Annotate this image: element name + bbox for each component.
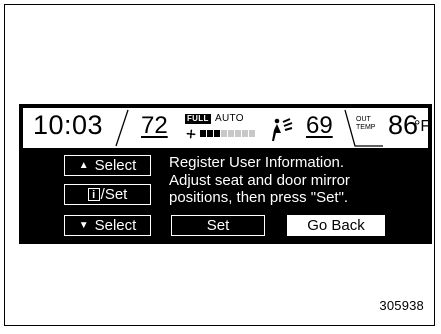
set-button[interactable]: Set [171,215,265,236]
fan-speed-segment [242,130,248,137]
triangle-up-icon: ▲ [78,160,89,171]
fan-speed-segment [221,130,227,137]
out-label-line1: OUT [356,116,371,123]
go-back-button[interactable]: Go Back [287,215,385,236]
figure-frame: 10:03 72 FULL AUTO 69 OUT TEMP 86 °F ▲ S… [4,4,435,326]
slash-divider [115,109,129,147]
select-up-button[interactable]: ▲ Select [64,155,151,176]
fan-speed-segment [200,130,206,137]
message-line-1: Register User Information. [169,154,345,171]
triangle-down-icon: ▼ [78,220,89,231]
info-icon: i [87,188,100,201]
fan-speed-segment [214,130,220,137]
outside-temp-label: OUT TEMP [356,116,375,132]
fan-speed-segment [249,130,255,137]
climate-status-bar: 10:03 72 FULL AUTO 69 OUT TEMP 86 °F [23,108,428,148]
full-mode-badge: FULL [185,114,211,124]
instruction-message: Register User Information. Adjust seat a… [169,154,429,207]
auto-mode-label: AUTO [215,113,244,124]
fan-icon [186,129,196,139]
select-down-label: Select [94,217,137,234]
fan-speed-segment [207,130,213,137]
fan-speed-indicator [200,130,255,137]
info-set-button[interactable]: i /Set [64,184,151,205]
airflow-mode-icon[interactable] [268,116,294,142]
fan-speed-segment [235,130,241,137]
select-up-label: Select [94,157,137,174]
passenger-temperature[interactable]: 69 [306,112,333,140]
message-line-3: positions, then press "Set". [169,189,349,206]
clock-time: 10:03 [33,110,104,140]
vehicle-display-screen: 10:03 72 FULL AUTO 69 OUT TEMP 86 °F ▲ S… [19,104,432,244]
out-label-line2: TEMP [356,124,376,131]
figure-number: 305938 [379,298,424,313]
message-line-2: Adjust seat and door mirror [169,171,350,189]
driver-temperature[interactable]: 72 [141,112,168,140]
select-down-button[interactable]: ▼ Select [64,215,151,236]
outside-temp-unit: °F [414,118,428,135]
info-set-label: /Set [100,186,128,203]
fan-speed-segment [228,130,234,137]
